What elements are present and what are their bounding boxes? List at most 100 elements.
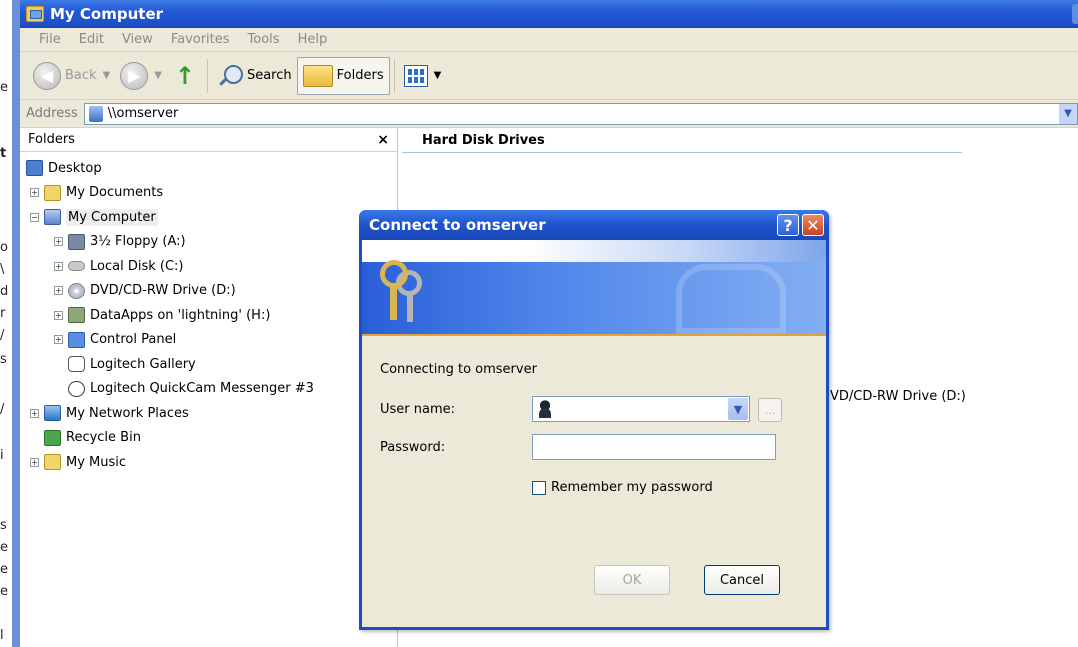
tree-item-label: Logitech QuickCam Messenger #3 bbox=[90, 381, 314, 397]
bg-char: e bbox=[0, 584, 8, 599]
address-dropdown-icon[interactable]: ▼ bbox=[1059, 103, 1077, 124]
menu-bar: File Edit View Favorites Tools Help bbox=[20, 28, 1078, 52]
my-music-icon bbox=[44, 454, 61, 471]
tree-item-webcam[interactable]: Logitech QuickCam Messenger #3 bbox=[20, 377, 397, 402]
up-folder-icon: ↑ bbox=[174, 61, 196, 90]
username-label: User name: bbox=[380, 402, 456, 417]
bg-char: / bbox=[0, 328, 5, 343]
expand-toggle-icon[interactable]: + bbox=[54, 310, 63, 320]
back-button[interactable]: ◀ Back ▼ bbox=[28, 57, 115, 95]
tree-item-label: Local Disk (C:) bbox=[90, 258, 184, 274]
tree-item-network-drive[interactable]: + DataApps on 'lightning' (H:) bbox=[20, 303, 397, 328]
tree-item-my-music[interactable]: + My Music bbox=[20, 450, 397, 475]
standard-toolbar: ◀ Back ▼ ▶ ▼ ↑ Search Folders ▼ bbox=[20, 52, 1078, 100]
close-button[interactable]: ✕ bbox=[802, 214, 824, 236]
background-window-edge: e t o \ d r / s / i s e e e l bbox=[0, 0, 20, 647]
floppy-icon bbox=[68, 233, 85, 250]
expand-toggle-icon[interactable]: + bbox=[54, 237, 63, 247]
tree-item-dvd-drive[interactable]: + DVD/CD-RW Drive (D:) bbox=[20, 279, 397, 304]
window-controls-edge[interactable] bbox=[1072, 4, 1078, 24]
tree-item-label: Desktop bbox=[48, 160, 102, 176]
folders-button[interactable]: Folders bbox=[296, 56, 390, 95]
tree-item-network-places[interactable]: + My Network Places bbox=[20, 401, 397, 426]
address-input[interactable]: \\omserver ▼ bbox=[83, 102, 1078, 125]
section-title-hard-disk-drives: Hard Disk Drives bbox=[422, 133, 545, 148]
views-icon bbox=[403, 64, 428, 87]
password-label: Password: bbox=[380, 440, 446, 455]
tree-item-my-computer[interactable]: − My Computer bbox=[20, 205, 397, 230]
tree-item-recycle-bin[interactable]: Recycle Bin bbox=[20, 426, 397, 451]
username-combobox[interactable]: ▼ bbox=[532, 396, 750, 422]
banner-stripe bbox=[362, 240, 826, 262]
connect-dialog: Connect to omserver ? ✕ Connecting to om… bbox=[359, 210, 829, 630]
tree-item-floppy[interactable]: +3½ Floppy (A:) bbox=[20, 230, 397, 255]
chevron-down-icon[interactable]: ▼ bbox=[728, 398, 748, 420]
folders-icon bbox=[302, 64, 333, 87]
file-item-dvd-drive[interactable]: VD/CD-RW Drive (D:) bbox=[830, 389, 966, 404]
expand-toggle-icon[interactable]: + bbox=[30, 188, 39, 198]
dialog-banner bbox=[362, 240, 826, 336]
tree-item-control-panel[interactable]: + Control Panel bbox=[20, 328, 397, 353]
bg-char: o bbox=[0, 240, 8, 255]
logitech-gallery-icon bbox=[68, 356, 85, 373]
back-arrow-icon: ◀ bbox=[33, 61, 61, 90]
menu-help[interactable]: Help bbox=[289, 32, 337, 47]
back-dropdown-icon[interactable]: ▼ bbox=[103, 70, 111, 81]
bg-char: i bbox=[0, 448, 4, 463]
ok-button[interactable]: OK bbox=[594, 565, 670, 595]
expand-toggle-icon[interactable]: + bbox=[54, 261, 63, 271]
forward-button[interactable]: ▶ ▼ bbox=[115, 57, 167, 95]
menu-tools[interactable]: Tools bbox=[239, 32, 289, 47]
folder-tree: Desktop + My Documents − My Computer +3½ Flop… bbox=[20, 152, 397, 475]
tree-item-label: Logitech Gallery bbox=[90, 356, 196, 372]
recycle-bin-icon bbox=[44, 429, 61, 446]
address-bar: Address \\omserver ▼ bbox=[20, 100, 1078, 128]
password-input[interactable] bbox=[532, 434, 776, 460]
address-value: \\omserver bbox=[107, 106, 179, 121]
menu-view[interactable]: View bbox=[113, 32, 162, 47]
menu-favorites[interactable]: Favorites bbox=[162, 32, 239, 47]
expand-toggle-icon[interactable]: + bbox=[54, 286, 63, 296]
user-icon bbox=[538, 400, 552, 418]
bg-char: \ bbox=[0, 262, 5, 277]
my-documents-icon bbox=[44, 184, 61, 201]
cancel-button[interactable]: Cancel bbox=[704, 565, 780, 595]
menu-file[interactable]: File bbox=[30, 32, 70, 47]
tree-item-local-disk[interactable]: + Local Disk (C:) bbox=[20, 254, 397, 279]
connecting-text: Connecting to omserver bbox=[380, 362, 537, 377]
network-places-icon bbox=[44, 405, 61, 422]
expand-toggle-icon[interactable]: + bbox=[30, 457, 39, 467]
views-button[interactable]: ▼ bbox=[399, 57, 447, 95]
forward-dropdown-icon[interactable]: ▼ bbox=[154, 70, 162, 81]
webcam-icon bbox=[68, 380, 85, 397]
expand-toggle-icon[interactable]: − bbox=[30, 212, 39, 222]
browse-button[interactable]: ... bbox=[758, 398, 782, 422]
close-icon[interactable]: × bbox=[377, 132, 389, 148]
expand-toggle-icon[interactable]: + bbox=[30, 408, 39, 418]
checkbox-box[interactable] bbox=[532, 480, 546, 495]
my-computer-icon bbox=[44, 209, 61, 226]
window-titlebar[interactable]: My Computer bbox=[20, 0, 1078, 28]
tree-item-desktop[interactable]: Desktop bbox=[20, 156, 397, 181]
up-button[interactable]: ↑ bbox=[167, 57, 203, 95]
bg-char: d bbox=[0, 284, 9, 299]
dialog-titlebar[interactable]: Connect to omserver ? ✕ bbox=[359, 210, 829, 240]
bg-char: s bbox=[0, 518, 7, 533]
help-button[interactable]: ? bbox=[777, 214, 799, 236]
address-label: Address bbox=[26, 106, 78, 121]
expand-toggle-icon[interactable]: + bbox=[54, 335, 63, 345]
tree-item-label: Control Panel bbox=[90, 332, 177, 348]
dialog-title: Connect to omserver bbox=[369, 216, 546, 234]
tree-item-logitech-gallery[interactable]: Logitech Gallery bbox=[20, 352, 397, 377]
back-label: Back bbox=[65, 68, 97, 83]
bg-char: r bbox=[0, 306, 6, 321]
views-dropdown-icon[interactable]: ▼ bbox=[434, 70, 442, 81]
tree-item-my-documents[interactable]: + My Documents bbox=[20, 181, 397, 206]
menu-edit[interactable]: Edit bbox=[70, 32, 113, 47]
search-button[interactable]: Search bbox=[212, 57, 297, 95]
remember-password-checkbox[interactable]: Remember my password bbox=[532, 480, 713, 495]
search-label: Search bbox=[246, 68, 292, 83]
toolbar-separator bbox=[206, 58, 208, 93]
tree-item-label: My Computer bbox=[66, 208, 158, 226]
